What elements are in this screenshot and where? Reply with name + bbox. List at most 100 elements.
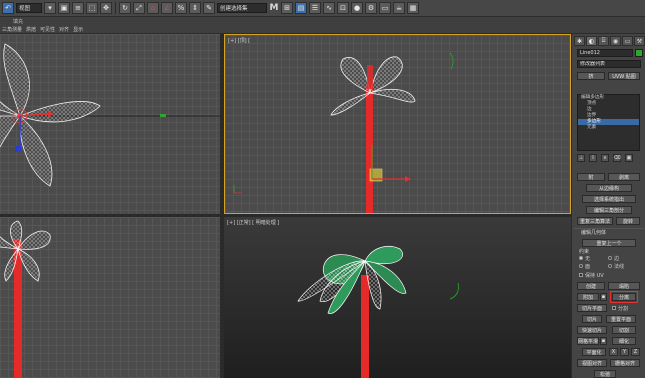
ribbon-tab-triangulate[interactable]: 三角测量	[2, 26, 22, 33]
viewport-bottom-left[interactable]	[0, 217, 220, 378]
viewport-front-active[interactable]: [+] [顶] [	[224, 34, 571, 214]
ribbon-fill-label[interactable]: 填充	[13, 18, 23, 25]
curve-editor-icon[interactable]: ∿	[323, 2, 335, 14]
repeat-last-button[interactable]: 重复上一个	[582, 239, 636, 247]
undo-icon[interactable]: ↶	[2, 2, 14, 14]
meshsmooth-button[interactable]: 网格平滑	[577, 337, 599, 345]
rect-select-icon[interactable]: ⬚	[86, 2, 98, 14]
constraint-edge-label: 边	[614, 256, 620, 262]
rollout-edit-geometry[interactable]: 编辑几何体	[574, 228, 644, 236]
relax-button[interactable]: 松弛	[594, 370, 616, 378]
object-name-field[interactable]: Line012	[577, 49, 633, 57]
modify-tab-icon[interactable]: ◐	[586, 36, 597, 46]
xform-button[interactable]: 挤	[577, 72, 605, 80]
motion-tab-icon[interactable]: ◉	[610, 36, 621, 46]
show-end-result-icon[interactable]: Ⅰ	[589, 154, 597, 162]
planar-z-button[interactable]: Z	[631, 348, 640, 356]
preserve-uv-checkbox[interactable]	[579, 273, 583, 277]
scale-icon[interactable]: ⤢	[133, 2, 145, 14]
ribbon-tab-visibility[interactable]: 可见性	[40, 26, 55, 33]
panel-tabs: ✱ ◐ ⌸ ◉ ▭ ⚒	[574, 36, 645, 46]
dropdown-icon[interactable]: ▾	[44, 2, 56, 14]
stack-tools: ⊥ Ⅰ ∨ ⌫ ▣	[577, 154, 633, 162]
uvw-map-button[interactable]: UVW 贴图	[608, 72, 640, 80]
ribbon-tab-bake[interactable]: 烘焙	[26, 26, 36, 33]
flower-left-view	[0, 220, 51, 378]
modifier-list-dropdown[interactable]: 修改器列表	[577, 60, 641, 68]
configure-sets-icon[interactable]: ▣	[625, 154, 633, 162]
pin-stack-icon[interactable]: ⊥	[577, 154, 585, 162]
utilities-tab-icon[interactable]: ⚒	[634, 36, 645, 46]
planar-y-button[interactable]: Y	[620, 348, 629, 356]
quickslice-button[interactable]: 快速切片	[577, 326, 607, 334]
view-select[interactable]: 视图	[16, 3, 42, 13]
collapse-button[interactable]: 塌陷	[608, 282, 640, 290]
constraint-none-radio[interactable]	[579, 256, 583, 260]
view-align-button[interactable]: 视图对齐	[577, 359, 607, 367]
rotate-icon[interactable]: ↻	[119, 2, 131, 14]
select-name-icon[interactable]: ≡	[72, 2, 84, 14]
attach2-button[interactable]: 附加	[577, 293, 599, 301]
constraints-label: 约束	[579, 249, 590, 255]
ribbon-tab-display[interactable]: 显示	[73, 26, 83, 33]
constraint-normal-label: 法线	[614, 264, 625, 270]
display-tab-icon[interactable]: ▭	[622, 36, 633, 46]
cut-button[interactable]: 切割	[612, 326, 636, 334]
snap-icon[interactable]: ⌂	[147, 2, 159, 14]
viewport-perspective[interactable]: [+] [正常] [ 明暗处理 ]	[224, 217, 571, 378]
reset-plane-button[interactable]: 重置平面	[606, 315, 636, 323]
render-setup-icon[interactable]: ⚙	[365, 2, 377, 14]
constraint-edge-radio[interactable]	[608, 256, 612, 260]
slice-button[interactable]: 切片	[582, 315, 602, 323]
edit-named-sel-icon[interactable]: ✎	[203, 2, 215, 14]
selection-set-dropdown[interactable]: 创建选择集	[217, 3, 267, 13]
ribbon-tabs: 三角测量 烘焙 可见性 对齐 显示	[2, 26, 83, 33]
split-checkbox[interactable]	[612, 306, 616, 310]
retriangulate-button[interactable]: 重复三角算法	[577, 217, 613, 225]
viewport-top-left[interactable]	[0, 34, 220, 214]
constraint-face-radio[interactable]	[579, 264, 583, 268]
move-icon[interactable]: ✥	[100, 2, 112, 14]
tessellate-button[interactable]: 细化	[612, 337, 636, 345]
quick-render-icon[interactable]: ▦	[407, 2, 419, 14]
grid-align-button[interactable]: 栅格对齐	[610, 359, 640, 367]
slice-one-button[interactable]: 从边缘构	[586, 184, 632, 192]
planar-x-button[interactable]: X	[609, 348, 618, 356]
attach-button[interactable]: 附	[577, 173, 605, 181]
turn-button[interactable]: 旋转	[616, 217, 640, 225]
mirror-icon[interactable]: M	[269, 3, 279, 13]
material-editor-icon[interactable]: ●	[351, 2, 363, 14]
ribbon: 填充 三角测量 烘焙 可见性 对齐 显示	[0, 17, 645, 34]
schematic-icon[interactable]: ⊡	[337, 2, 349, 14]
make-unique-icon[interactable]: ∨	[601, 154, 609, 162]
ribbon-tab-align[interactable]: 对齐	[59, 26, 69, 33]
spinner-snap-icon[interactable]: ⇕	[189, 2, 201, 14]
meshsmooth-settings-button[interactable]: ▪	[600, 337, 607, 345]
hierarchy-tab-icon[interactable]: ⌸	[598, 36, 609, 46]
edit-triangulation-button[interactable]: 编辑三角剖分	[586, 206, 632, 214]
percent-snap-icon[interactable]: %	[175, 2, 187, 14]
render-frame-icon[interactable]: ▭	[379, 2, 391, 14]
layer-manager-icon[interactable]: ▤	[295, 2, 307, 14]
toolbar-separator	[115, 2, 116, 14]
angle-snap-icon[interactable]: ∠	[161, 2, 173, 14]
slice-plane-button[interactable]: 切片平面	[577, 304, 607, 312]
constraint-normal-radio[interactable]	[608, 264, 612, 268]
detach-button-highlighted[interactable]: 分离	[610, 291, 638, 303]
remove-modifier-icon[interactable]: ⌫	[613, 154, 621, 162]
object-color-swatch[interactable]	[635, 49, 643, 57]
create-tab-icon[interactable]: ✱	[574, 36, 585, 46]
select-object-icon[interactable]: ▣	[58, 2, 70, 14]
attach-settings-button[interactable]: ▪	[600, 293, 607, 301]
render-icon[interactable]: ☕	[393, 2, 405, 14]
detach-top-button[interactable]: 剥离	[608, 173, 640, 181]
create-button[interactable]: 创建	[577, 282, 605, 290]
constraint-face-label: 面	[585, 264, 591, 270]
scene-explorer-icon[interactable]: ☰	[309, 2, 321, 14]
stack-item-element[interactable]: 元素	[578, 125, 639, 131]
align-icon[interactable]: ⊞	[281, 2, 293, 14]
make-planar-button[interactable]: 平面化	[582, 348, 606, 356]
flower-front-view	[233, 52, 454, 213]
constraint-none-label: 无	[585, 256, 591, 262]
select-from-edge-button[interactable]: 选择系统指出	[582, 195, 636, 203]
